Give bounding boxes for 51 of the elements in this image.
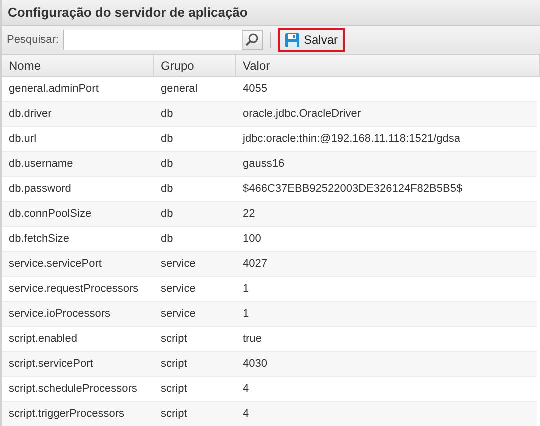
table-cell-text: db xyxy=(160,157,174,172)
table-cell-text: db.url xyxy=(8,132,38,147)
table-cell-text: script.scheduleProcessors xyxy=(8,382,138,397)
table-cell-text: service xyxy=(160,307,197,322)
table-cell-text: db xyxy=(160,182,174,197)
search-icon xyxy=(245,33,260,47)
table-cell-text: db.fetchSize xyxy=(8,232,71,247)
table-cell-text: db.connPoolSize xyxy=(8,207,93,222)
table-cell-text: 1 xyxy=(242,282,250,297)
table-cell-text: service xyxy=(160,282,197,297)
table-cell-text: db.driver xyxy=(8,107,53,122)
table-cell-text: db.password xyxy=(8,182,72,197)
table-cell-text: script xyxy=(160,332,188,347)
column-header[interactable]: Nome xyxy=(2,55,154,76)
panel-title: Configuração do servidor de aplicação xyxy=(2,0,540,26)
table-cell-text: db xyxy=(160,232,174,247)
table-cell-text: gauss16 xyxy=(242,157,286,172)
table-cell-text: service.requestProcessors xyxy=(8,282,140,297)
table-cell-text: script xyxy=(160,407,188,422)
table-cell-text: script xyxy=(160,382,188,397)
save-button[interactable]: Salvar xyxy=(278,28,345,52)
table-cell-text: general xyxy=(160,82,199,97)
search-button[interactable] xyxy=(242,31,262,49)
table-cell-text: 4027 xyxy=(242,257,268,272)
table-cell-text: 4 xyxy=(242,382,250,397)
table-cell-text: db xyxy=(160,132,174,147)
column-header[interactable]: Valor xyxy=(236,55,540,76)
table-cell-text: script.triggerProcessors xyxy=(8,407,126,422)
table-cell-text: $466C37EBB92522003DE326124F82B5B5$ xyxy=(242,182,464,197)
table-cell-text: service.servicePort xyxy=(8,257,103,272)
table-cell-text: true xyxy=(242,332,263,347)
table-cell-text: db xyxy=(160,107,174,122)
table-cell-text: db xyxy=(160,207,174,222)
table-cell-text: service.ioProcessors xyxy=(8,307,112,322)
search-label: Pesquisar: xyxy=(7,34,59,46)
table-cell-text: jdbc:oracle:thin:@192.168.11.118:1521/gdsa xyxy=(242,132,462,147)
table-cell-text: script.servicePort xyxy=(8,357,94,372)
table-cell-text: general.adminPort xyxy=(8,82,100,97)
table-cell-text: oracle.jdbc.OracleDriver xyxy=(242,107,362,122)
table-cell-text: 22 xyxy=(242,207,256,222)
table-cell-text: service xyxy=(160,257,197,272)
table-cell-text: 4 xyxy=(242,407,250,422)
table-cell-text: 1 xyxy=(242,307,250,322)
column-header[interactable]: Grupo xyxy=(154,55,236,76)
table-cell-text: 100 xyxy=(242,232,262,247)
table-cell-text: script.enabled xyxy=(8,332,78,347)
table-cell-text: 4030 xyxy=(242,357,268,372)
table-cell-text: script xyxy=(160,357,188,372)
table-cell-text: 4055 xyxy=(242,82,268,97)
search-field[interactable] xyxy=(62,30,263,50)
table-cell-text: db.username xyxy=(8,157,74,172)
